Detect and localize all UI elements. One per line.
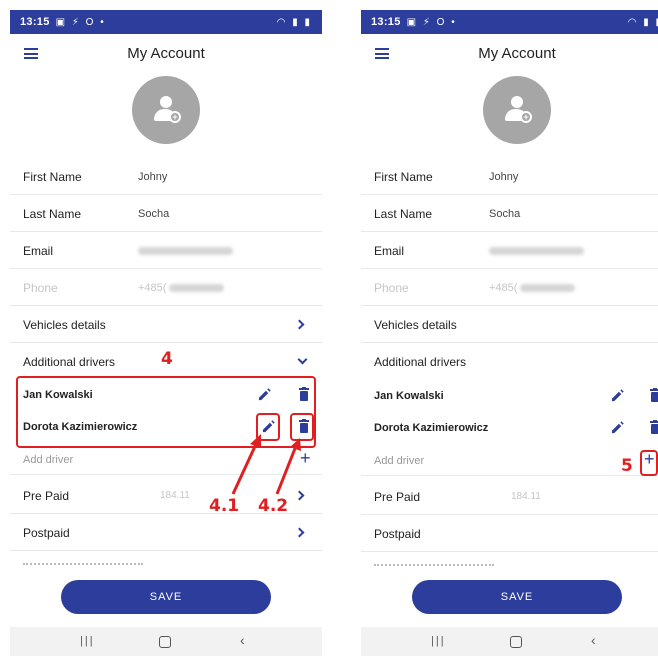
annotation-box-add	[640, 450, 658, 476]
annotation-arrows	[231, 434, 301, 495]
annotation-label-5: 5	[621, 456, 633, 476]
